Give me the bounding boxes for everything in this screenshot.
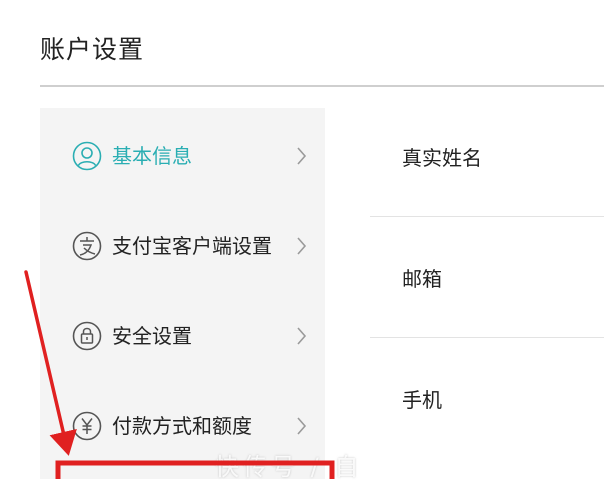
field-label-real-name: 真实姓名: [402, 146, 482, 170]
field-divider: [370, 216, 604, 217]
field-divider: [370, 337, 604, 338]
chevron-right-icon: [295, 414, 309, 438]
sidebar-item-alipay-client[interactable]: 支付宝客户端设置: [40, 216, 325, 276]
watermark-text: 快传号 / 自: [215, 453, 363, 481]
field-label-phone: 手机: [402, 388, 442, 412]
title-divider: [40, 85, 604, 87]
chevron-right-icon: [295, 144, 309, 168]
sidebar-item-label: 付款方式和额度: [112, 414, 252, 438]
sidebar-item-label: 基本信息: [112, 144, 192, 168]
alipay-icon: [72, 231, 102, 261]
chevron-right-icon: [295, 234, 309, 258]
user-circle-icon: [72, 141, 102, 171]
sidebar-item-label: 安全设置: [112, 324, 192, 348]
chevron-right-icon: [295, 324, 309, 348]
sidebar-item-label: 支付宝客户端设置: [112, 234, 272, 258]
page-title: 账户设置: [40, 35, 145, 64]
sidebar-item-payment-methods[interactable]: 付款方式和额度: [40, 396, 325, 456]
yuan-icon: [72, 411, 102, 441]
lock-icon: [72, 321, 102, 351]
field-label-email: 邮箱: [402, 267, 442, 291]
sidebar-item-basic-info[interactable]: 基本信息: [40, 126, 325, 186]
sidebar: 基本信息 支付宝客户端设置 安全设置 付款方式和额度: [40, 108, 325, 479]
sidebar-item-security[interactable]: 安全设置: [40, 306, 325, 366]
